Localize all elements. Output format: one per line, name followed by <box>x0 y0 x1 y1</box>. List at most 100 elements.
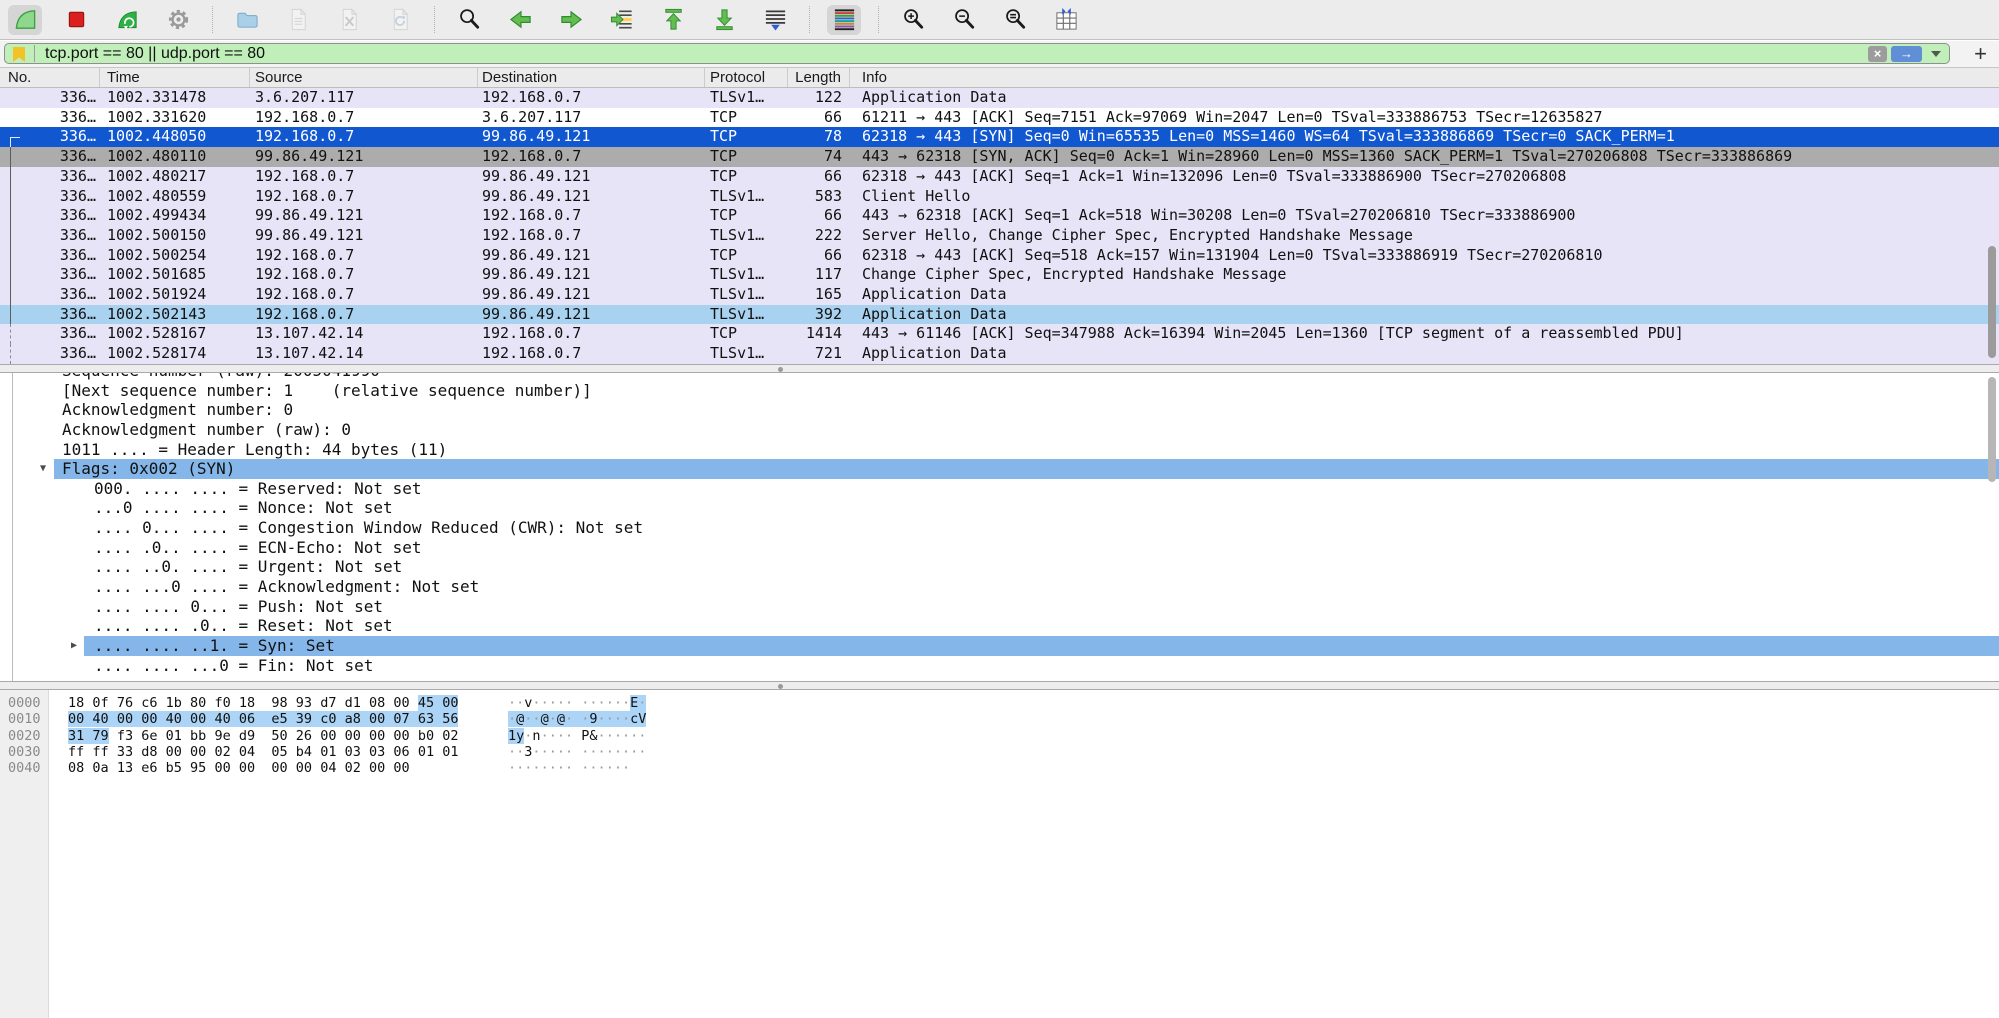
zoom-out-icon <box>952 7 977 32</box>
detail-line[interactable]: 000. .... .... = Reserved: Not set <box>0 479 1999 499</box>
packet-list-scrollbar[interactable] <box>1988 246 1996 358</box>
detail-text: .... .... 0... = Push: Not set <box>94 597 383 616</box>
detail-line[interactable]: .... .0.. .... = ECN-Echo: Not set <box>0 538 1999 558</box>
zoom-100-button[interactable] <box>998 5 1032 35</box>
packet-cell-protocol: TCP <box>705 206 788 226</box>
packet-row[interactable]: 336…1002.500254192.168.0.799.86.49.121TC… <box>0 246 1999 266</box>
previous-packet-button[interactable] <box>503 5 537 35</box>
hex-dump-body: 000018 0f 76 c6 1b 80 f0 18 98 93 d7 d1 … <box>0 690 1999 1018</box>
detail-text: .... .... ..1. = Syn: Set <box>94 636 335 655</box>
display-filter-text[interactable]: tcp.port == 80 || udp.port == 80 <box>45 44 265 63</box>
restart-capture-button[interactable] <box>110 5 144 35</box>
packet-row[interactable]: 336…1002.502143192.168.0.799.86.49.121TL… <box>0 305 1999 325</box>
packet-row[interactable]: 336…1002.50015099.86.49.121192.168.0.7TL… <box>0 226 1999 246</box>
colorize-button[interactable] <box>827 5 861 35</box>
capture-options-button[interactable] <box>161 5 195 35</box>
column-header-info[interactable]: Info <box>850 68 1999 87</box>
packet-row[interactable]: 336…1002.501685192.168.0.799.86.49.121TL… <box>0 265 1999 285</box>
detail-line[interactable]: ▶ .... .... ..1. = Syn: Set <box>0 636 1999 656</box>
filter-history-caret-icon[interactable] <box>1931 51 1941 57</box>
zoom-out-button[interactable] <box>947 5 981 35</box>
hex-row[interactable]: 000018 0f 76 c6 1b 80 f0 18 98 93 d7 d1 … <box>0 695 1999 711</box>
packet-cell-length: 66 <box>788 246 850 266</box>
column-header-time[interactable]: Time <box>100 68 250 87</box>
column-header-source[interactable]: Source <box>250 68 478 87</box>
detail-line[interactable]: .... ...0 .... = Acknowledgment: Not set <box>0 577 1999 597</box>
packet-row[interactable]: 336…1002.52816713.107.42.14192.168.0.7TC… <box>0 324 1999 344</box>
hex-row[interactable]: 002031 79 f3 6e 01 bb 9e d9 50 26 00 00 … <box>0 728 1999 744</box>
filter-apply-button[interactable]: → <box>1891 46 1922 62</box>
detail-line[interactable]: Acknowledgment number (raw): 0 <box>0 420 1999 440</box>
packet-row[interactable]: 336…1002.52817413.107.42.14192.168.0.7TL… <box>0 344 1999 364</box>
first-packet-button[interactable] <box>656 5 690 35</box>
packet-cell-info: 62318 → 443 [ACK] Seq=518 Ack=157 Win=13… <box>850 246 1999 266</box>
packet-cell-time: 1002.528174 <box>100 344 250 364</box>
detail-line[interactable]: Acknowledgment number: 0 <box>0 400 1999 420</box>
hex-offset: 0020 <box>8 728 41 744</box>
last-packet-button[interactable] <box>707 5 741 35</box>
column-header-no[interactable]: No. <box>0 68 100 87</box>
detail-line[interactable]: ...0 .... .... = Nonce: Not set <box>0 498 1999 518</box>
display-filter-input[interactable]: tcp.port == 80 || udp.port == 80 × → <box>4 43 1950 64</box>
packet-cell-length: 721 <box>788 344 850 364</box>
related-packet-mark-icon <box>10 167 20 187</box>
packet-row[interactable]: 336…1002.331620192.168.0.73.6.207.117TCP… <box>0 108 1999 128</box>
filter-clear-button[interactable]: × <box>1868 46 1887 62</box>
packet-row[interactable]: 336…1002.501924192.168.0.799.86.49.121TL… <box>0 285 1999 305</box>
packet-row[interactable]: 336…1002.3314783.6.207.117192.168.0.7TLS… <box>0 88 1999 108</box>
open-file-icon <box>235 7 260 32</box>
packet-cell-source: 99.86.49.121 <box>250 226 478 246</box>
hex-bytes: 08 0a 13 e6 b5 95 00 00 00 00 04 02 00 0… <box>68 760 410 776</box>
detail-line[interactable]: .... 0... .... = Congestion Window Reduc… <box>0 518 1999 538</box>
go-to-packet-button[interactable] <box>605 5 639 35</box>
hex-bytes: 00 40 00 00 40 00 40 06 e5 39 c0 a8 00 0… <box>68 711 458 727</box>
detail-line[interactable]: .... .... 0... = Push: Not set <box>0 597 1999 617</box>
expand-arrow-icon[interactable]: ▶ <box>71 636 77 656</box>
detail-line[interactable]: ▼Flags: 0x002 (SYN) <box>0 459 1999 479</box>
packet-cell-time: 1002.502143 <box>100 305 250 325</box>
hex-offset: 0000 <box>8 695 41 711</box>
details-hex-splitter[interactable] <box>0 681 1999 690</box>
resize-columns-button[interactable] <box>1049 5 1083 35</box>
detail-text: .... .... ...0 = Fin: Not set <box>94 656 373 675</box>
hex-row[interactable]: 001000 40 00 00 40 00 40 06 e5 39 c0 a8 … <box>0 711 1999 727</box>
hex-row[interactable]: 004008 0a 13 e6 b5 95 00 00 00 00 04 02 … <box>0 760 1999 776</box>
filter-bookmark-icon[interactable] <box>13 47 25 62</box>
detail-line[interactable]: 1011 .... = Header Length: 44 bytes (11) <box>0 440 1999 460</box>
packet-cell-time: 1002.501685 <box>100 265 250 285</box>
auto-scroll-button[interactable] <box>758 5 792 35</box>
hex-row[interactable]: 0030ff ff 33 d8 00 00 02 04 05 b4 01 03 … <box>0 744 1999 760</box>
start-capture-button[interactable] <box>8 5 42 35</box>
filter-add-button[interactable]: + <box>1974 41 1987 66</box>
detail-line[interactable]: [Next sequence number: 1 (relative seque… <box>0 381 1999 401</box>
packet-cell-info: Server Hello, Change Cipher Spec, Encryp… <box>850 226 1999 246</box>
stop-capture-button[interactable] <box>59 5 93 35</box>
packet-row[interactable]: 336…1002.49943499.86.49.121192.168.0.7TC… <box>0 206 1999 226</box>
packet-row[interactable]: 336…1002.48011099.86.49.121192.168.0.7TC… <box>0 147 1999 167</box>
details-pane-edge <box>12 373 13 681</box>
packet-cell-no: 336… <box>0 108 100 128</box>
packet-cell-info: Application Data <box>850 88 1999 108</box>
packet-list-details-splitter[interactable] <box>0 364 1999 373</box>
packet-row[interactable]: 336…1002.448050192.168.0.799.86.49.121TC… <box>0 127 1999 147</box>
detail-line[interactable]: .... ..0. .... = Urgent: Not set <box>0 557 1999 577</box>
column-header-destination[interactable]: Destination <box>478 68 705 87</box>
details-scrollbar[interactable] <box>1988 377 1996 482</box>
detail-text: [Next sequence number: 1 (relative seque… <box>62 381 592 400</box>
detail-line[interactable]: .... .... ...0 = Fin: Not set <box>0 656 1999 676</box>
zoom-in-button[interactable] <box>896 5 930 35</box>
packet-cell-info: 62318 → 443 [SYN] Seq=0 Win=65535 Len=0 … <box>850 127 1999 147</box>
packet-cell-source: 13.107.42.14 <box>250 344 478 364</box>
open-file-button[interactable] <box>230 5 264 35</box>
column-header-length[interactable]: Length <box>788 68 850 87</box>
detail-line[interactable]: Sequence number (raw): 2005041990 <box>0 373 1999 381</box>
packet-cell-source: 192.168.0.7 <box>250 246 478 266</box>
collapse-arrow-icon[interactable]: ▼ <box>40 459 46 479</box>
packet-row[interactable]: 336…1002.480217192.168.0.799.86.49.121TC… <box>0 167 1999 187</box>
detail-line[interactable]: .... .... .0.. = Reset: Not set <box>0 616 1999 636</box>
related-packet-mark-icon <box>10 265 20 285</box>
packet-row[interactable]: 336…1002.480559192.168.0.799.86.49.121TL… <box>0 187 1999 207</box>
next-packet-button[interactable] <box>554 5 588 35</box>
find-packet-button[interactable] <box>452 5 486 35</box>
column-header-protocol[interactable]: Protocol <box>705 68 788 87</box>
